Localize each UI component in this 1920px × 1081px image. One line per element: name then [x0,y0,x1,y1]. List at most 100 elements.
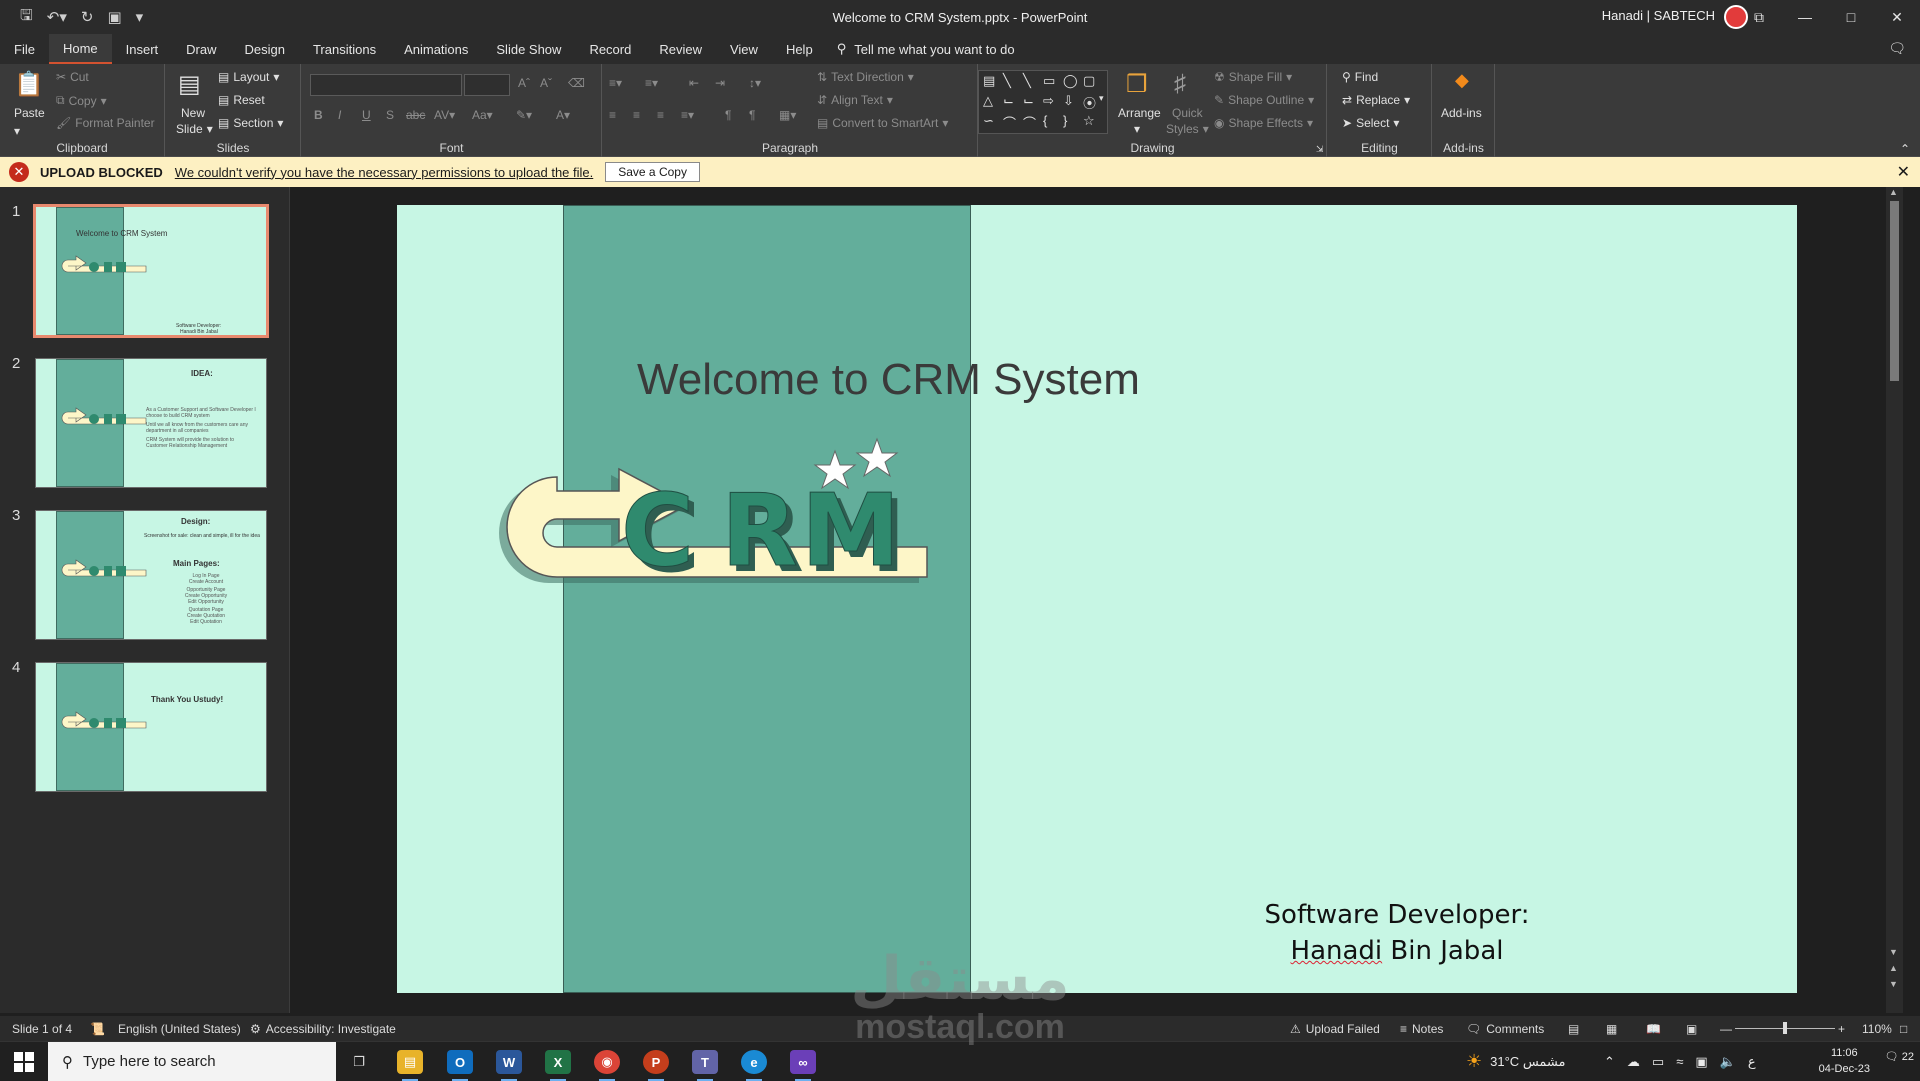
file-explorer-icon[interactable]: ▤ [397,1050,423,1081]
quick-styles-icon[interactable]: ♯ [1174,70,1186,98]
underline-icon[interactable]: U [362,108,371,122]
customize-qat-icon[interactable]: ▾ [136,8,144,26]
spelling-icon[interactable]: 📜 [90,1022,105,1036]
bold-icon[interactable]: B [314,108,323,122]
slide-sorter-icon[interactable]: ▦ [1606,1022,1617,1036]
comments-button[interactable]: 🗨 Comments [1466,1022,1544,1036]
next-slide-icon[interactable]: ▼ [1889,979,1898,989]
tab-file[interactable]: File [0,34,49,64]
start-from-beginning-icon[interactable]: ▣ [107,8,121,26]
comments-icon[interactable]: 🗨 [1888,40,1906,57]
cut-button[interactable]: ✂ Cut [56,70,89,84]
minimize-icon[interactable]: — [1782,0,1828,34]
upload-failed-button[interactable]: ⚠ Upload Failed [1290,1022,1380,1036]
format-painter-button[interactable]: 🖌 Format Painter [56,116,155,130]
tab-view[interactable]: View [716,34,772,64]
copy-button[interactable]: ⧉ Copy ▾ [56,93,107,108]
bullets-icon[interactable]: ≡▾ [609,76,622,90]
decrease-font-icon[interactable]: Aˇ [540,76,552,90]
italic-icon[interactable]: I [338,108,341,122]
zoom-level[interactable]: 110% [1862,1022,1892,1036]
textbox-shape-icon[interactable]: ▤ [983,73,995,89]
user-name[interactable]: Hanadi | SABTECH [1602,8,1715,23]
battery-icon[interactable]: ▭ [1652,1054,1664,1070]
character-spacing-icon[interactable]: AV▾ [434,108,455,122]
slide-thumbnail-2[interactable]: IDEA: As a Customer Support and Software… [35,358,267,488]
tab-record[interactable]: Record [575,34,645,64]
drawing-launcher-icon[interactable]: ⇲ [1316,144,1324,155]
taskbar-clock[interactable]: 11:06 04-Dec-23 [1819,1045,1870,1077]
language-indicator[interactable]: English (United States) [118,1022,241,1036]
input-language[interactable]: ع [1748,1054,1756,1070]
slide-thumbnail-4[interactable]: Thank You Ustudy! [35,662,267,792]
word-icon[interactable]: W [496,1050,522,1081]
font-size-select[interactable] [464,74,510,96]
arrange-button[interactable]: Arrange [1118,106,1161,120]
scrollbar-thumb[interactable] [1890,201,1899,381]
increase-font-icon[interactable]: Aˆ [518,76,530,90]
scroll-down-icon[interactable]: ▼ [1889,947,1898,957]
banner-close-icon[interactable]: ✕ [1897,162,1910,182]
zoom-in-button[interactable]: + [1838,1022,1845,1036]
tab-transitions[interactable]: Transitions [299,34,390,64]
zoom-slider-knob[interactable] [1783,1022,1787,1034]
teams-icon[interactable]: T [692,1050,718,1081]
star-shape-icon[interactable]: ☆ [1083,113,1095,129]
new-slide-label[interactable]: Slide ▾ [176,122,213,136]
tab-design[interactable]: Design [231,34,299,64]
save-icon[interactable]: 🖫 [20,5,33,30]
arrange-icon[interactable]: ❒ [1126,70,1148,99]
visual-studio-icon[interactable]: ∞ [790,1050,816,1081]
new-slide-icon[interactable]: ▤ [178,70,201,99]
previous-slide-icon[interactable]: ▲ [1889,963,1898,973]
brace-right-shape-icon[interactable]: } [1063,113,1067,128]
zoom-out-button[interactable]: — [1720,1022,1732,1036]
excel-icon[interactable]: X [545,1050,571,1081]
tab-help[interactable]: Help [772,34,827,64]
slide-show-icon[interactable]: ▣ [1686,1022,1697,1036]
justify-icon[interactable]: ≡▾ [681,108,694,122]
gallery-more-icon[interactable]: ▾ [1099,93,1104,104]
slide-thumbnail-1[interactable]: Welcome to CRM System Software Developer… [33,204,269,338]
shapes-gallery[interactable]: ▤ ╲ ╲ ▭ ◯ ▢ △ ⌙ ⌙ ⇨ ⇩ ⦿ ∽ ⌒ ⌒ { } ☆ ▾ [978,70,1108,134]
normal-view-icon[interactable]: ▤ [1568,1022,1579,1036]
brace-left-shape-icon[interactable]: { [1043,113,1047,128]
shadow-icon[interactable]: S [386,108,394,122]
reset-button[interactable]: ▤ Reset [218,93,265,107]
powerpoint-icon[interactable]: P [643,1050,669,1081]
tell-me-search[interactable]: ⚲ Tell me what you want to do [837,41,1015,57]
arc-shape-icon[interactable]: ⌒ [1023,113,1036,132]
chrome-icon[interactable]: ◉ [594,1050,620,1081]
new-slide-button[interactable]: New [181,106,205,120]
line-shape-icon[interactable]: ╲ [1023,73,1031,89]
display-icon[interactable]: ▣ [1695,1054,1707,1070]
shape-effects-button[interactable]: ◉ Shape Effects ▾ [1214,116,1313,130]
quick-styles-button[interactable]: Quick [1172,106,1203,120]
arc-shape-icon[interactable]: ⌒ [1003,113,1016,132]
windows-start-icon[interactable] [14,1052,34,1072]
align-text-button[interactable]: ⇵ Align Text ▾ [817,93,893,107]
columns-icon[interactable]: ▦▾ [779,108,796,122]
clear-formatting-icon[interactable]: ⌫ [568,76,585,90]
rtl-icon[interactable]: ¶ [749,108,755,122]
freeform-shape-icon[interactable]: ⦿ [1083,93,1096,112]
oval-shape-icon[interactable]: ◯ [1063,73,1078,89]
smartart-button[interactable]: ▤ Convert to SmartArt ▾ [817,116,948,130]
quick-styles-label[interactable]: Styles ▾ [1166,122,1209,136]
redo-icon[interactable]: ↻ [81,8,94,26]
volume-icon[interactable]: 🔈 [1720,1054,1736,1070]
select-button[interactable]: ➤ Select ▾ [1342,116,1399,130]
tab-home[interactable]: Home [48,34,112,64]
banner-message-link[interactable]: We couldn't verify you have the necessar… [175,165,593,180]
arrow-down-shape-icon[interactable]: ⇩ [1063,93,1074,109]
font-color-icon[interactable]: A▾ [556,108,570,122]
undo-icon[interactable]: ↶▾ [47,8,67,26]
addins-button[interactable]: Add-ins [1441,106,1482,120]
onedrive-icon[interactable]: ☁ [1627,1054,1640,1070]
shape-outline-button[interactable]: ✎ Shape Outline ▾ [1214,93,1314,107]
layout-button[interactable]: ▤ Layout ▾ [218,70,279,84]
outlook-icon[interactable]: O [447,1050,473,1081]
weather-widget[interactable]: ☀ 31°C مشمس [1466,1042,1565,1081]
align-center-icon[interactable]: ≡ [633,108,640,122]
slide-title[interactable]: Welcome to CRM System [637,355,1140,405]
